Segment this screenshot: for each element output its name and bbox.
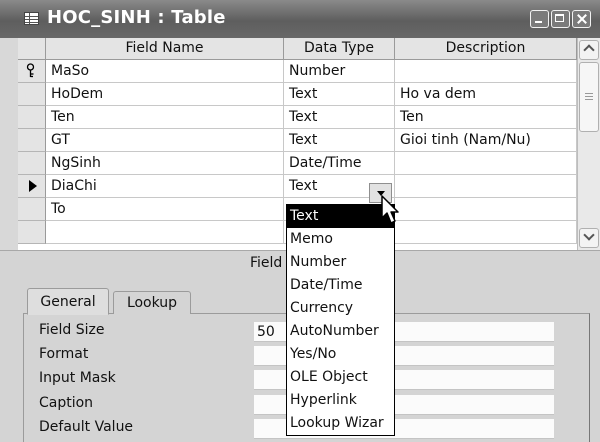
data-type-cell[interactable]: Date/Time <box>284 152 395 175</box>
row-selector[interactable] <box>18 129 46 152</box>
table-icon <box>24 12 39 25</box>
row-pointer-icon <box>29 180 37 192</box>
field-name-cell[interactable]: MaSo <box>46 60 284 83</box>
data-type-dropdown-list[interactable]: Text Memo Number Date/Time Currency AutoNumbe… <box>286 204 395 436</box>
field-name-cell[interactable]: Ten <box>46 106 284 129</box>
description-cell[interactable] <box>395 221 577 244</box>
vertical-scrollbar[interactable] <box>577 38 600 250</box>
row-selector[interactable] <box>18 152 46 175</box>
row-selector[interactable] <box>18 221 46 244</box>
maximize-button[interactable] <box>551 10 570 28</box>
description-cell[interactable] <box>395 175 577 198</box>
field-name-header: Field Name <box>46 38 284 60</box>
dropdown-option[interactable]: Number <box>287 251 394 274</box>
dropdown-option[interactable]: Hyperlink <box>287 389 394 412</box>
field-name-cell[interactable]: GT <box>46 129 284 152</box>
tab-general[interactable]: General <box>27 288 109 315</box>
field-name-cell[interactable]: NgSinh <box>46 152 284 175</box>
data-type-cell[interactable]: Number <box>284 60 395 83</box>
field-name-cell[interactable]: DiaChi <box>46 175 284 198</box>
dropdown-option[interactable]: Date/Time <box>287 274 394 297</box>
row-selector[interactable] <box>18 198 46 221</box>
minimize-button[interactable] <box>530 10 549 28</box>
property-label: Field Size <box>39 322 105 338</box>
mouse-pointer-icon <box>381 195 399 224</box>
property-label: Caption <box>39 395 94 411</box>
description-header: Description <box>395 38 577 60</box>
row-selector[interactable] <box>18 60 46 83</box>
row-selector[interactable] <box>18 175 46 198</box>
dropdown-option[interactable]: Text <box>287 205 394 228</box>
window-title: HOC_SINH : Table <box>47 7 226 28</box>
field-name-cell[interactable]: HoDem <box>46 83 284 106</box>
description-cell[interactable]: Ho va dem <box>395 83 577 106</box>
field-name-cell[interactable]: To <box>46 198 284 221</box>
description-cell[interactable] <box>395 60 577 83</box>
scroll-down-icon[interactable] <box>579 228 599 248</box>
row-selector-header <box>18 38 46 60</box>
scroll-up-icon[interactable] <box>579 40 599 60</box>
dropdown-option[interactable]: Memo <box>287 228 394 251</box>
description-cell[interactable]: Ten <box>395 106 577 129</box>
row-selector[interactable] <box>18 106 46 129</box>
dropdown-option[interactable]: Lookup Wizar <box>287 412 394 435</box>
data-type-cell[interactable]: Text <box>284 129 395 152</box>
dropdown-option[interactable]: OLE Object <box>287 366 394 389</box>
primary-key-icon <box>26 63 35 78</box>
data-type-cell[interactable]: Text <box>284 106 395 129</box>
field-properties-label: Field <box>250 255 283 271</box>
table-design-window: HOC_SINH : Table Field Name Data Type De… <box>0 0 600 442</box>
title-bar[interactable]: HOC_SINH : Table <box>0 0 600 38</box>
scroll-thumb[interactable] <box>579 62 599 132</box>
description-cell[interactable]: Gioi tinh (Nam/Nu) <box>395 129 577 152</box>
property-label: Default Value <box>39 419 134 435</box>
tab-lookup[interactable]: Lookup <box>113 291 191 314</box>
close-button[interactable] <box>572 10 591 28</box>
description-cell[interactable] <box>395 198 577 221</box>
property-label: Input Mask <box>39 370 116 386</box>
property-label: Format <box>39 346 89 362</box>
dropdown-option[interactable]: Yes/No <box>287 343 394 366</box>
dropdown-option[interactable]: AutoNumber <box>287 320 394 343</box>
description-cell[interactable] <box>395 152 577 175</box>
row-selector[interactable] <box>18 83 46 106</box>
dropdown-option[interactable]: Currency <box>287 297 394 320</box>
data-type-header: Data Type <box>284 38 395 60</box>
field-name-cell[interactable] <box>46 221 284 244</box>
data-type-cell[interactable]: Text <box>284 83 395 106</box>
